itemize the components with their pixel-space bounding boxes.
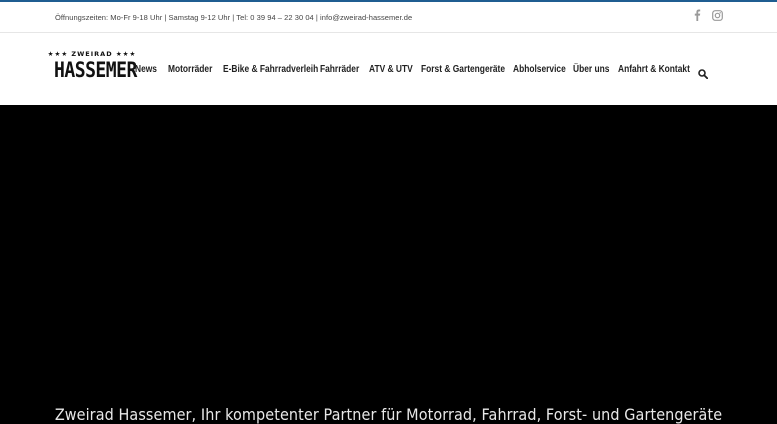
nav-item-ueber-uns[interactable]: Über uns — [573, 64, 609, 75]
instagram-icon — [711, 9, 723, 21]
search-icon — [698, 69, 709, 80]
search-button[interactable] — [698, 66, 709, 80]
nav-item-abholservice[interactable]: Abholservice — [513, 64, 566, 75]
nav-item-forst-gartengeraete[interactable]: Forst & Gartengeräte — [421, 64, 505, 75]
site-logo[interactable]: ★★★ ZWEIRAD ★★★ HASSEMER — [47, 50, 138, 84]
nav-item-ebike-fahrradverleih[interactable]: E-Bike & Fahrradverleih — [223, 64, 318, 75]
opening-hours-contact: Öffnungszeiten: Mo-Fr 9-18 Uhr | Samstag… — [55, 13, 413, 22]
facebook-icon — [694, 9, 701, 21]
facebook-link[interactable] — [690, 8, 704, 22]
instagram-link[interactable] — [710, 8, 724, 22]
top-info-bar: Öffnungszeiten: Mo-Fr 9-18 Uhr | Samstag… — [0, 2, 777, 33]
main-header: ★★★ ZWEIRAD ★★★ HASSEMER News Motorräder… — [0, 33, 777, 105]
logo-tagline: ★★★ ZWEIRAD ★★★ — [47, 50, 137, 58]
logo-wordmark: HASSEMER — [54, 58, 137, 82]
hero-title: Zweirad Hassemer, Ihr kompetenter Partne… — [54, 405, 723, 424]
nav-item-fahrraeder[interactable]: Fahrräder — [320, 64, 359, 75]
nav-item-anfahrt-kontakt[interactable]: Anfahrt & Kontakt — [618, 64, 690, 75]
hero-section: Zweirad Hassemer, Ihr kompetenter Partne… — [0, 105, 777, 424]
nav-item-atv-utv[interactable]: ATV & UTV — [369, 64, 413, 75]
nav-item-motorraeder[interactable]: Motorräder — [168, 64, 212, 75]
nav-item-news[interactable]: News — [135, 64, 157, 75]
